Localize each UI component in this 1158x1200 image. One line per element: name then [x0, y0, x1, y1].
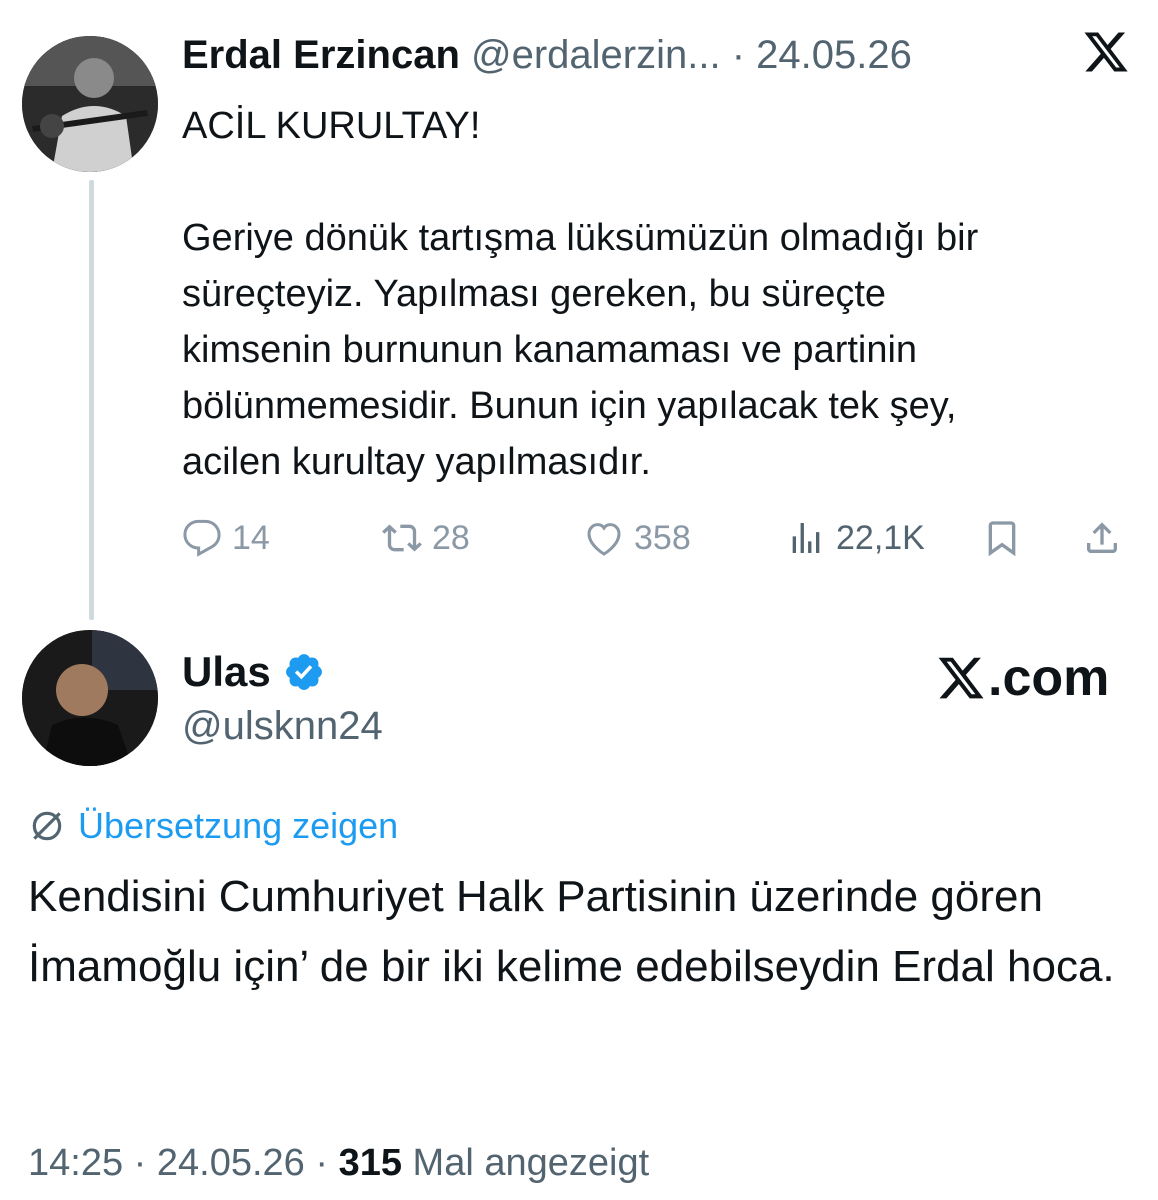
views-count: 22,1K — [836, 518, 925, 557]
avatar-ulas[interactable] — [22, 630, 158, 766]
x-logo-icon[interactable] — [1082, 28, 1130, 76]
share-button[interactable] — [1082, 510, 1132, 566]
tweet-date[interactable]: 24.05.26 — [756, 33, 912, 77]
reply-count: 14 — [232, 518, 270, 557]
verified-badge-icon — [285, 654, 322, 690]
watermark-text: .com — [988, 649, 1110, 707]
quoted-tweet-text: ACİL KURULTAY! Geriye dönük tartışma lük… — [182, 98, 1132, 490]
repost-icon — [382, 524, 422, 552]
author-name[interactable]: Ulas — [182, 646, 271, 698]
translate-icon — [32, 811, 62, 841]
tweet-body-line: süreçteyiz. Yapılması gereken, bu süreçt… — [182, 273, 887, 315]
views-icon — [792, 523, 820, 553]
separator-dot: · — [133, 1142, 147, 1184]
avatar-erdal-image — [22, 36, 158, 172]
tweet-actions-bar: 14 28 358 22,1K — [182, 510, 1132, 566]
tweet-body-line: kimsenin burnunun kanamaması ve partinin — [182, 329, 918, 371]
tweet-time[interactable]: 14:25 — [28, 1142, 123, 1184]
author-handle[interactable]: @ulsknn24 — [182, 700, 383, 752]
reply-icon — [183, 519, 221, 557]
like-icon — [587, 523, 621, 556]
tweet-body-line: Geriye dönük tartışma lüksümüzün olmadığ… — [182, 217, 979, 259]
separator-dot: · — [731, 33, 746, 77]
avatar-ulas-image — [22, 630, 158, 766]
bookmark-button[interactable] — [982, 510, 1032, 566]
separator-dot: · — [315, 1142, 329, 1184]
repost-button[interactable]: 28 — [382, 510, 470, 566]
view-label: Mal angezeigt — [412, 1142, 650, 1184]
bookmark-icon — [988, 521, 1016, 557]
reply-button[interactable]: 14 — [182, 510, 270, 566]
share-icon — [1087, 522, 1117, 553]
x-logo-icon — [938, 657, 984, 699]
author-handle[interactable]: @erdalerzin... — [471, 33, 721, 77]
tweet-body-line: acilen kurultay yapılmasıdır. — [182, 441, 651, 483]
thread-connector-line — [89, 180, 94, 620]
x-com-watermark: .com — [936, 648, 1109, 708]
main-tweet-author[interactable]: Ulas — [182, 646, 325, 698]
translate-label[interactable]: Übersetzung zeigen — [78, 802, 398, 850]
tweet-meta-footer: 14:25 · 24.05.26 · 315 Mal angezeigt — [28, 1138, 649, 1188]
main-tweet-text: Kendisini Cumhuriyet Halk Partisinin üze… — [28, 872, 1115, 991]
author-name[interactable]: Erdal Erzincan — [182, 33, 460, 77]
like-count: 358 — [634, 518, 691, 557]
avatar-erdal[interactable] — [22, 36, 158, 172]
tweet-body-line: bölünmemesidir. Bunun için yapılacak tek… — [182, 385, 957, 427]
translate-link[interactable]: Übersetzung zeigen — [28, 802, 398, 850]
tweet-title-line: ACİL KURULTAY! — [182, 105, 481, 147]
tweet-date[interactable]: 24.05.26 — [157, 1142, 305, 1184]
view-count[interactable]: 315 — [339, 1142, 402, 1184]
views-button[interactable]: 22,1K — [786, 510, 925, 566]
quoted-tweet-header: Erdal Erzincan @erdalerzin... · 24.05.26 — [182, 28, 912, 82]
repost-count: 28 — [432, 518, 470, 557]
like-button[interactable]: 358 — [584, 510, 691, 566]
